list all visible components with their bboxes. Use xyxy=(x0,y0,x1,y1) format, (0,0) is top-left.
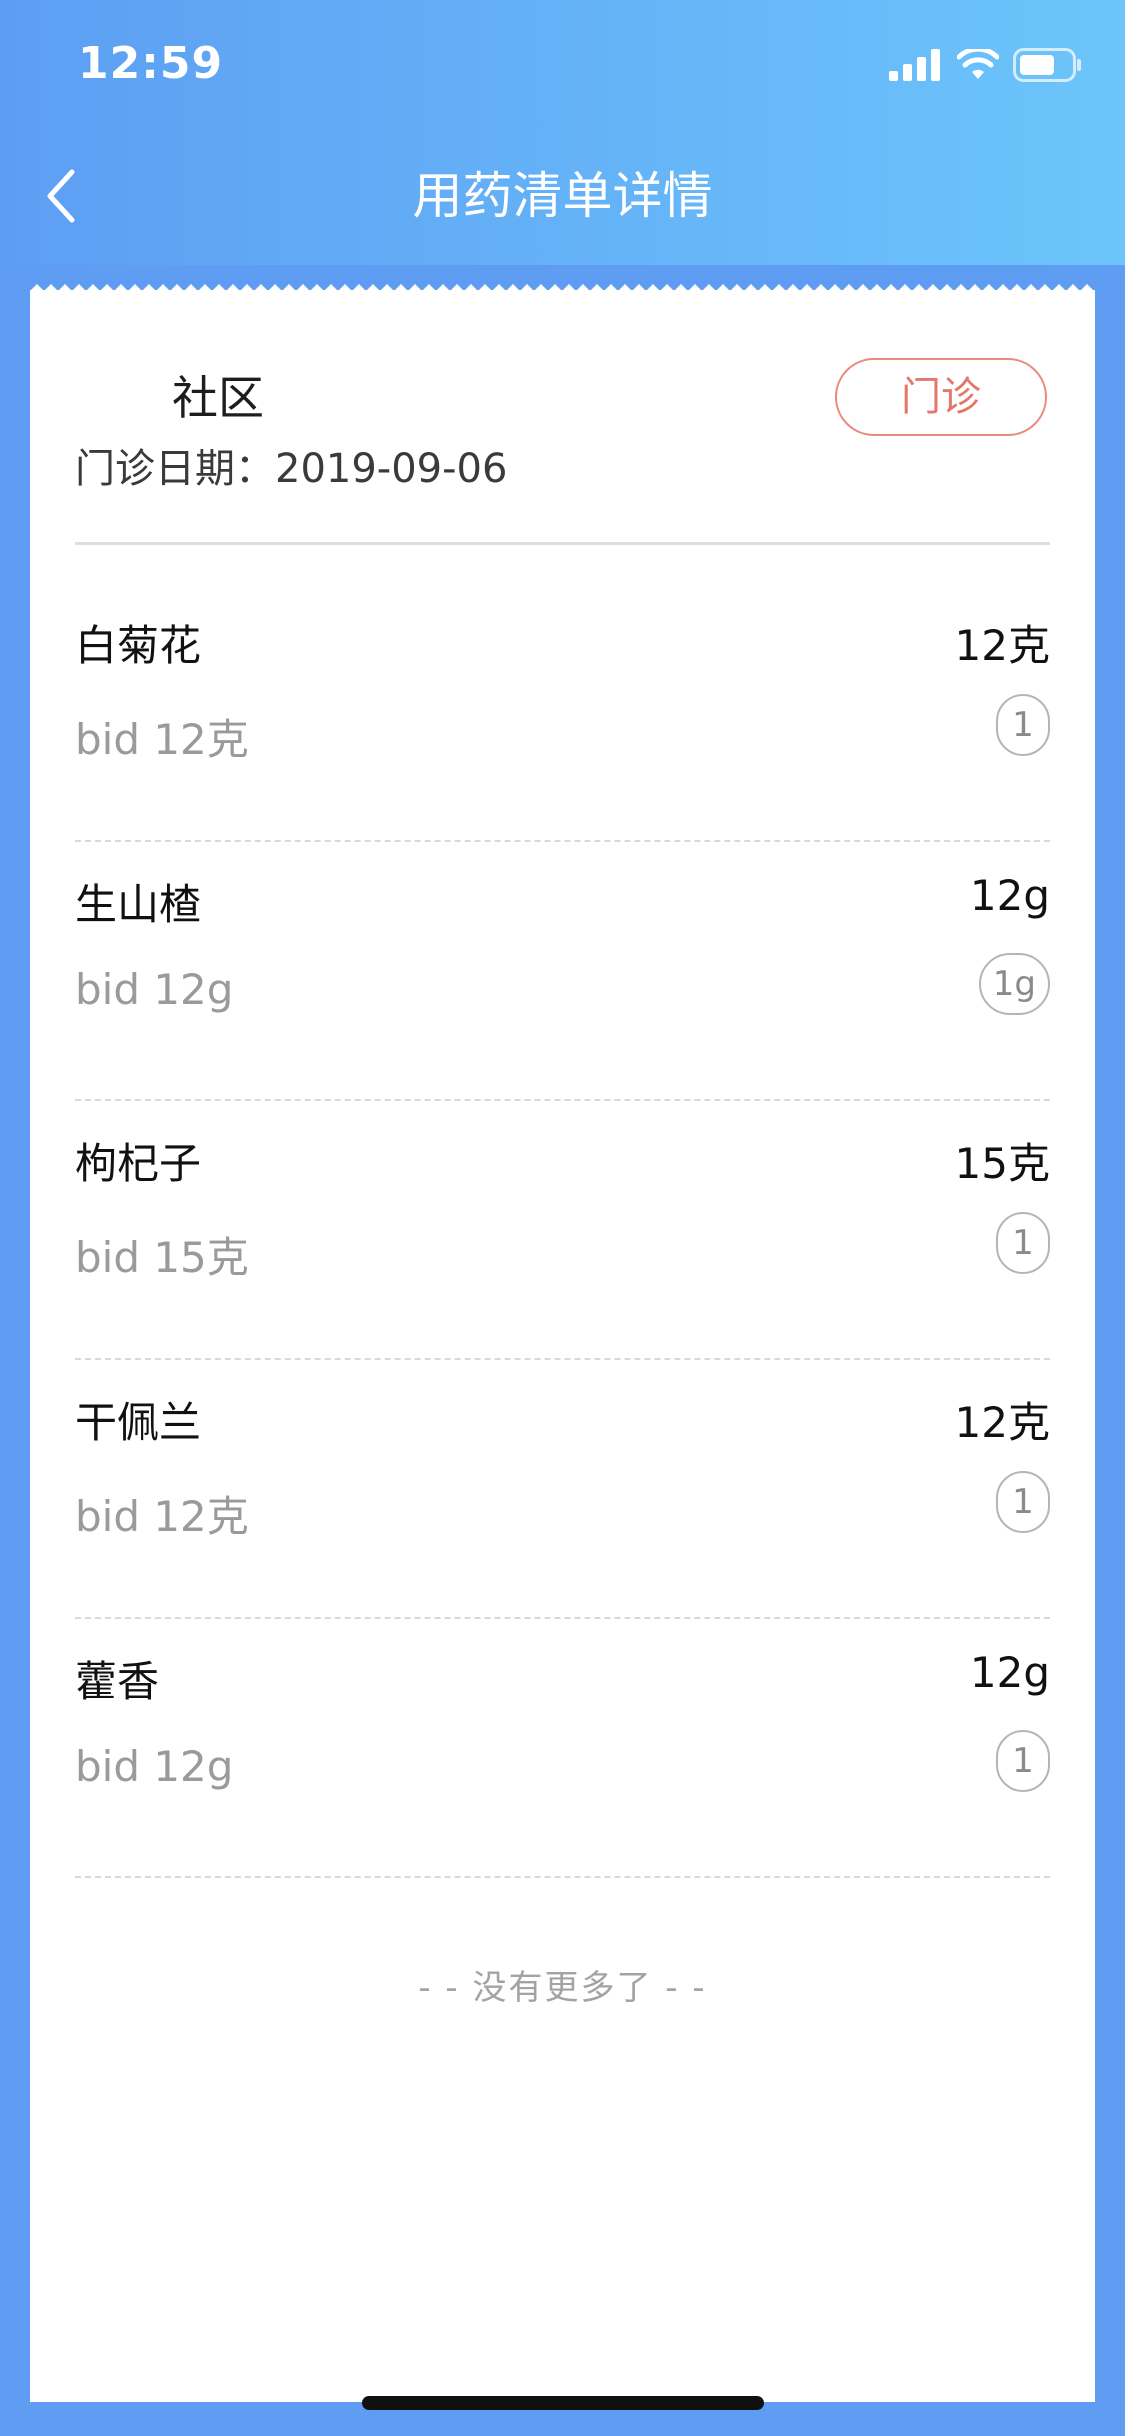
medication-usage: bid 15克 xyxy=(75,1233,249,1282)
medication-count-badge: 1g xyxy=(978,953,1050,1015)
medication-item[interactable]: 藿香 12g bid 12g 1 xyxy=(75,1618,1050,1878)
medication-item[interactable]: 枸杞子 15克 bid 15克 1 xyxy=(75,1100,1050,1360)
medication-quantity: 12克 xyxy=(954,1398,1050,1447)
visit-type-badge[interactable]: 门诊 xyxy=(835,358,1047,436)
top-bar: 12:59 用药清单详情 xyxy=(0,0,1125,265)
page-title: 用药清单详情 xyxy=(412,167,713,225)
no-more-text: - - 没有更多了 - - xyxy=(418,1968,707,2008)
battery-icon xyxy=(1013,48,1081,82)
header-divider xyxy=(75,542,1050,545)
cellular-signal-icon xyxy=(889,49,940,81)
medication-item[interactable]: 白菊花 12克 bid 12克 1 xyxy=(75,582,1050,842)
medication-name: 干佩兰 xyxy=(75,1398,202,1447)
clinic-name: 社区 xyxy=(172,371,264,425)
medication-name: 生山楂 xyxy=(75,880,202,929)
medication-quantity: 12g xyxy=(969,871,1050,920)
medication-quantity: 15克 xyxy=(954,1139,1050,1188)
medication-name: 藿香 xyxy=(75,1657,160,1706)
status-time: 12:59 xyxy=(78,38,224,89)
medication-quantity: 12g xyxy=(969,1648,1050,1697)
status-icons xyxy=(889,48,1083,82)
medication-count-badge: 1 xyxy=(996,1212,1050,1274)
medication-name: 白菊花 xyxy=(75,621,202,670)
receipt-edge xyxy=(30,284,1095,298)
medication-usage: bid 12g xyxy=(75,965,234,1014)
item-divider xyxy=(75,1876,1050,1878)
visit-date: 门诊日期：2019-09-06 xyxy=(75,446,508,492)
medication-count-badge: 1 xyxy=(996,694,1050,756)
medication-item[interactable]: 生山楂 12g bid 12g 1g xyxy=(75,841,1050,1101)
medication-item[interactable]: 干佩兰 12克 bid 12克 1 xyxy=(75,1359,1050,1619)
medication-list-card: 社区 门诊日期：2019-09-06 门诊 白菊花 12克 bid 12克 1 … xyxy=(30,284,1095,2402)
wifi-icon xyxy=(957,49,999,79)
medication-count-badge: 1 xyxy=(996,1471,1050,1533)
home-indicator xyxy=(362,2396,764,2410)
medication-count-badge: 1 xyxy=(996,1730,1050,1792)
medication-usage: bid 12克 xyxy=(75,1492,249,1541)
medication-usage: bid 12g xyxy=(75,1742,234,1791)
medication-quantity: 12克 xyxy=(954,621,1050,670)
medication-usage: bid 12克 xyxy=(75,715,249,764)
medication-name: 枸杞子 xyxy=(75,1139,202,1188)
